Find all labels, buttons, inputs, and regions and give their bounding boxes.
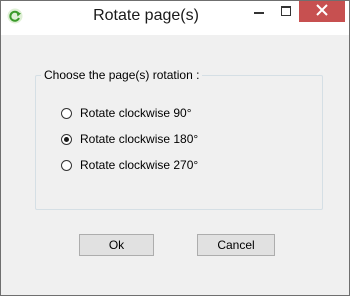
maximize-icon [280, 3, 291, 21]
radio-circle-270[interactable] [61, 159, 72, 171]
dialog-client-area: Choose the page(s) rotation : Rotate clo… [9, 35, 341, 289]
rotate-dialog-window: Rotate page(s) Choose the page(s) rotati… [0, 0, 350, 296]
close-icon [316, 3, 328, 21]
radio-rotate-180[interactable]: Rotate clockwise 180° [61, 130, 198, 148]
radio-label-180[interactable]: Rotate clockwise 180° [80, 132, 198, 146]
radio-label-90[interactable]: Rotate clockwise 90° [80, 106, 192, 120]
radio-label-270[interactable]: Rotate clockwise 270° [80, 158, 198, 172]
maximize-button[interactable] [272, 1, 299, 22]
radio-circle-90[interactable] [61, 107, 72, 119]
radio-rotate-270[interactable]: Rotate clockwise 270° [61, 156, 198, 174]
radio-dot-180 [64, 136, 69, 142]
cancel-button[interactable]: Cancel [197, 234, 275, 256]
title-bar[interactable]: Rotate page(s) [1, 1, 349, 35]
close-button[interactable] [299, 1, 345, 22]
groupbox-label: Choose the page(s) rotation : [41, 68, 203, 82]
minimize-button[interactable] [245, 1, 272, 22]
ok-button[interactable]: Ok [79, 234, 154, 256]
minimize-icon [253, 3, 264, 21]
radio-rotate-90[interactable]: Rotate clockwise 90° [61, 104, 192, 122]
radio-circle-180[interactable] [61, 133, 72, 145]
